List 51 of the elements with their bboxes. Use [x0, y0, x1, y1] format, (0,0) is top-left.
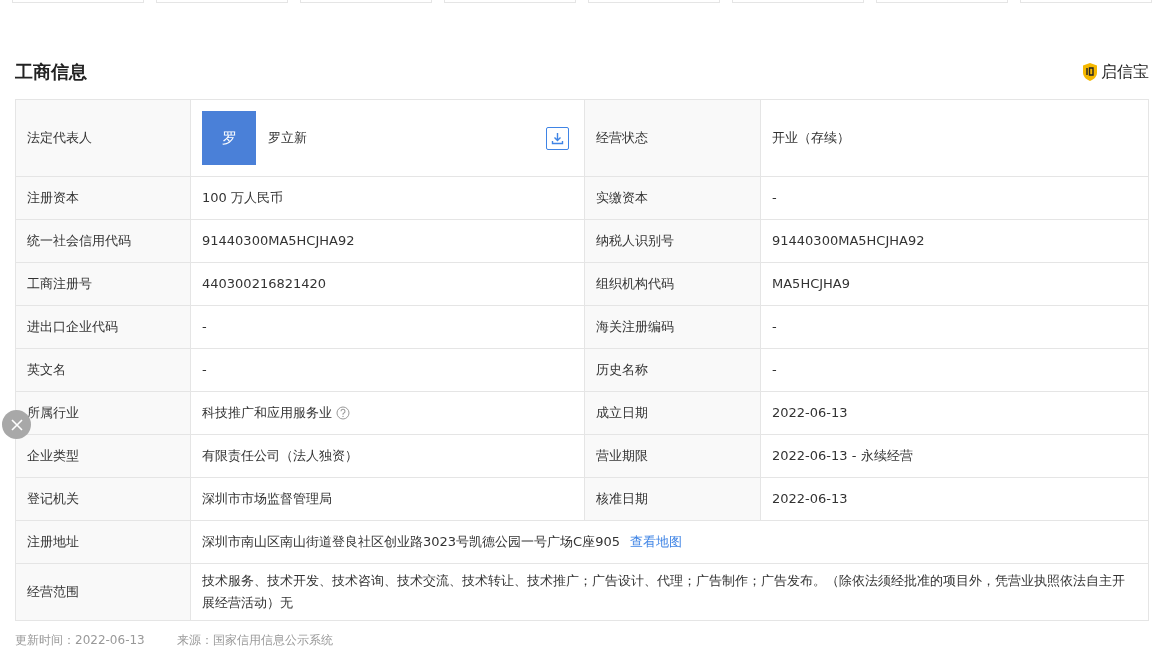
cell-value: 技术服务、技术开发、技术咨询、技术交流、技术转让、技术推广；广告设计、代理；广告制作；广告发布。（除依法须经批准的项目外，凭营业执照依法自主开展经营活动）无 [202, 572, 1126, 612]
field-label: 组织机构代码 [585, 263, 761, 306]
section-title: 工商信息 [15, 60, 87, 84]
data-source: 来源：国家信用信息公示系统 [176, 632, 333, 649]
help-icon [336, 406, 350, 420]
field-label: 经营范围 [16, 564, 191, 621]
cell-value: 科技推广和应用服务业 [202, 404, 332, 423]
field-label: 历史名称 [585, 349, 761, 392]
field-label: 经营状态 [585, 100, 761, 177]
field-label: 英文名 [16, 349, 191, 392]
cell-value: - [772, 361, 777, 379]
brand-name: 启信宝 [1101, 60, 1149, 83]
field-label: 核准日期 [585, 478, 761, 521]
field-label: 注册地址 [16, 521, 191, 564]
field-label: 统一社会信用代码 [16, 220, 191, 263]
cell-value: MA5HCJHA9 [772, 275, 850, 293]
avatar: 罗 [202, 111, 256, 165]
update-time: 更新时间：2022-06-13 [15, 632, 145, 649]
cell-value: 开业（存续） [772, 129, 850, 147]
field-label: 进出口企业代码 [16, 306, 191, 349]
field-label: 工商注册号 [16, 263, 191, 306]
field-label: 实缴资本 [585, 177, 761, 220]
close-icon [9, 417, 24, 432]
cell-value: - [202, 318, 207, 336]
map-link[interactable]: 查看地图 [630, 532, 682, 552]
cell-value: 深圳市南山区南山街道登良社区创业路3023号凯德公园一号广场C座905 [202, 533, 620, 552]
shield-logo-icon [1081, 61, 1099, 82]
field-label: 注册资本 [16, 177, 191, 220]
cell-value: - [202, 361, 207, 379]
cell-value: 100 万人民币 [202, 189, 283, 207]
person-name[interactable]: 罗立新 [268, 128, 534, 148]
cell-value: - [772, 318, 777, 336]
cell-value: 2022-06-13 [772, 404, 848, 422]
field-label: 法定代表人 [16, 100, 191, 177]
cell-value: 深圳市市场监督管理局 [202, 490, 332, 508]
field-label: 成立日期 [585, 392, 761, 435]
cell-value: 440300216821420 [202, 275, 327, 293]
field-label: 登记机关 [16, 478, 191, 521]
cell-value: 91440300MA5HCJHA92 [202, 232, 355, 250]
field-label: 所属行业 [16, 392, 191, 435]
cell-value: 有限责任公司（法人独资） [202, 447, 358, 465]
field-label: 纳税人识别号 [585, 220, 761, 263]
download-button[interactable] [546, 126, 569, 150]
cell-value: - [772, 189, 777, 207]
cell-value: 2022-06-13 - 永续经营 [772, 447, 913, 465]
download-icon [551, 131, 564, 145]
field-label: 海关注册编码 [585, 306, 761, 349]
cell-value: 2022-06-13 [772, 490, 848, 508]
field-label: 营业期限 [585, 435, 761, 478]
field-label: 企业类型 [16, 435, 191, 478]
cell-value: 91440300MA5HCJHA92 [772, 232, 925, 250]
